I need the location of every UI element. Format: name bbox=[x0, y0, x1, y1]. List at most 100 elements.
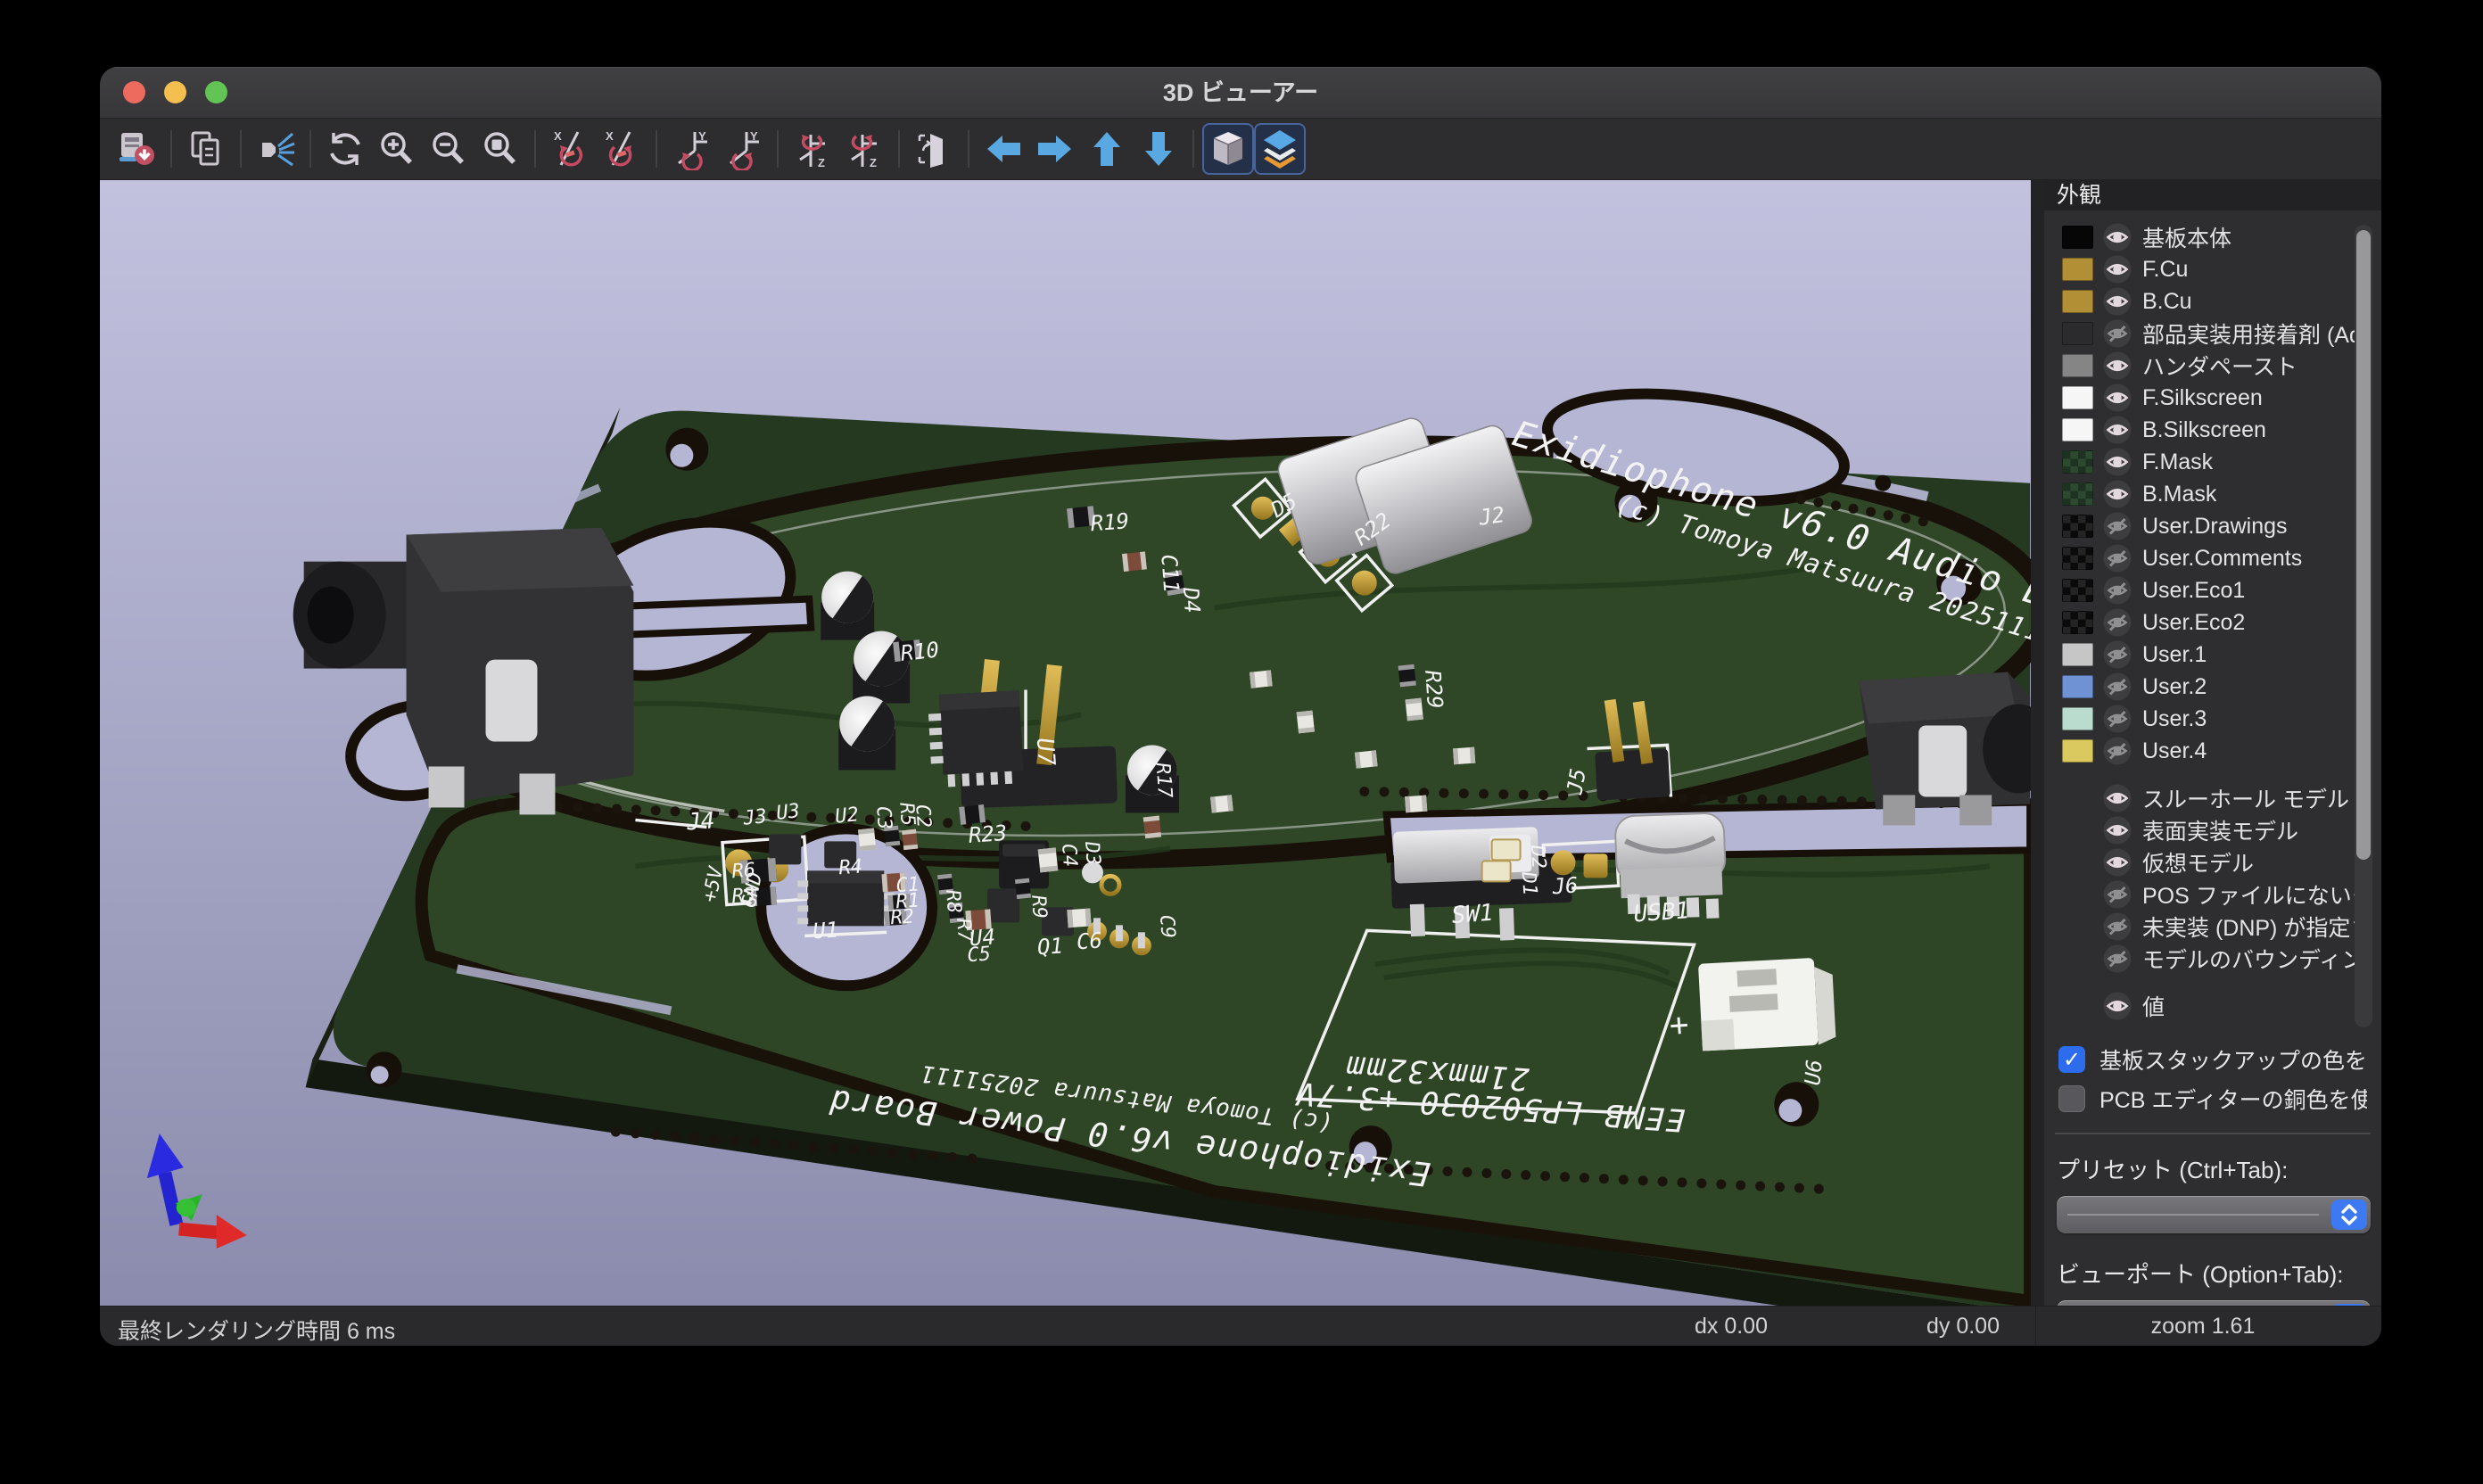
layer-row[interactable]: User.1 bbox=[2044, 639, 2381, 671]
visibility-eye-icon[interactable] bbox=[2103, 319, 2132, 348]
visibility-eye-icon[interactable] bbox=[2103, 544, 2132, 573]
layer-color-swatch[interactable] bbox=[2062, 450, 2093, 474]
layer-row[interactable]: User.2 bbox=[2044, 671, 2381, 703]
visibility-eye-icon[interactable] bbox=[2103, 705, 2132, 733]
layer-row[interactable]: B.Cu bbox=[2044, 285, 2381, 317]
orthographic-projection-toggle[interactable] bbox=[1202, 123, 1254, 175]
layer-color-swatch[interactable] bbox=[2062, 579, 2093, 602]
render-raytracing-button[interactable] bbox=[250, 123, 301, 175]
visibility-eye-icon[interactable] bbox=[2103, 992, 2132, 1020]
visibility-eye-icon[interactable] bbox=[2103, 848, 2132, 877]
layer-color-swatch[interactable] bbox=[2062, 354, 2093, 377]
layer-color-swatch[interactable] bbox=[2062, 290, 2093, 313]
visibility-eye-icon[interactable] bbox=[2103, 816, 2132, 845]
move-up-button[interactable] bbox=[1081, 123, 1133, 175]
layer-row[interactable]: User.4 bbox=[2044, 735, 2381, 767]
visibility-eye-icon[interactable] bbox=[2103, 512, 2132, 540]
3d-viewport[interactable]: Exidiophone v6.0 Audio Board (c) Tomoya … bbox=[100, 180, 2031, 1306]
layer-color-swatch[interactable] bbox=[2062, 675, 2093, 698]
layer-row[interactable]: 部品実装用接着剤 (Adhesive) bbox=[2044, 317, 2381, 350]
layer-row[interactable]: 仮想モデル bbox=[2044, 846, 2381, 878]
rotate-y-ccw-button[interactable]: Y bbox=[717, 123, 769, 175]
visibility-eye-icon[interactable] bbox=[2103, 912, 2132, 941]
layer-color-swatch[interactable] bbox=[2062, 515, 2093, 538]
visibility-eye-icon[interactable] bbox=[2103, 784, 2132, 812]
layer-row[interactable]: B.Silkscreen bbox=[2044, 414, 2381, 446]
visibility-eye-icon[interactable] bbox=[2103, 287, 2132, 316]
visibility-eye-icon[interactable] bbox=[2103, 416, 2132, 444]
use-stackup-colors-checkbox[interactable]: ✓ bbox=[2058, 1046, 2085, 1073]
visibility-eye-icon[interactable] bbox=[2103, 880, 2132, 909]
layer-row[interactable]: F.Silkscreen bbox=[2044, 382, 2381, 414]
visibility-eye-icon[interactable] bbox=[2103, 737, 2132, 765]
export-board-image-button[interactable] bbox=[111, 123, 162, 175]
layer-row[interactable]: User.3 bbox=[2044, 703, 2381, 735]
title-bar[interactable]: 3D ビューアー bbox=[100, 67, 2381, 119]
redraw-button[interactable] bbox=[319, 123, 371, 175]
pcb-3d-canvas[interactable]: Exidiophone v6.0 Audio Board (c) Tomoya … bbox=[100, 180, 2031, 1306]
visibility-eye-icon[interactable] bbox=[2103, 351, 2132, 380]
layer-row[interactable]: 基板本体 bbox=[2044, 221, 2381, 253]
layer-row[interactable]: 値 bbox=[2044, 990, 2381, 1022]
zoom-in-button[interactable] bbox=[371, 123, 423, 175]
layer-row[interactable]: 表面実装モデル bbox=[2044, 814, 2381, 846]
copy-image-button[interactable] bbox=[180, 123, 232, 175]
visibility-eye-icon[interactable] bbox=[2103, 480, 2132, 508]
visibility-eye-icon[interactable] bbox=[2103, 672, 2132, 701]
zoom-out-button[interactable] bbox=[423, 123, 474, 175]
layer-color-swatch[interactable] bbox=[2062, 418, 2093, 441]
scrollbar-thumb[interactable] bbox=[2356, 230, 2371, 860]
layer-color-swatch[interactable] bbox=[2062, 482, 2093, 506]
layer-color-swatch[interactable] bbox=[2062, 643, 2093, 666]
ref-designator: R9 bbox=[1027, 895, 1051, 919]
layer-row[interactable]: F.Cu bbox=[2044, 253, 2381, 285]
layer-row[interactable]: スルーホール モデル bbox=[2044, 782, 2381, 814]
layer-row[interactable]: User.Eco1 bbox=[2044, 574, 2381, 606]
visibility-eye-icon[interactable] bbox=[2103, 576, 2132, 605]
sidebar-scrollbar[interactable] bbox=[2355, 225, 2372, 1027]
layer-color-swatch[interactable] bbox=[2062, 226, 2093, 249]
layer-color-swatch[interactable] bbox=[2062, 547, 2093, 570]
visibility-eye-icon[interactable] bbox=[2103, 383, 2132, 412]
move-left-button[interactable] bbox=[978, 123, 1029, 175]
preset-stepper[interactable] bbox=[2331, 1200, 2367, 1230]
ref-designator: R3 bbox=[731, 884, 756, 908]
use-pcb-editor-copper-checkbox[interactable] bbox=[2058, 1085, 2085, 1112]
layer-row[interactable]: F.Mask bbox=[2044, 446, 2381, 478]
layer-row[interactable]: モデルのバウンディングボックス bbox=[2044, 943, 2381, 975]
layer-row[interactable]: User.Comments bbox=[2044, 542, 2381, 574]
preset-select[interactable] bbox=[2057, 1196, 2371, 1233]
use-pcb-editor-copper-row[interactable]: PCB エディターの銅色を使用 bbox=[2044, 1079, 2381, 1118]
layer-row[interactable]: User.Eco2 bbox=[2044, 606, 2381, 639]
layer-color-swatch[interactable] bbox=[2062, 322, 2093, 345]
rotate-z-cw-button[interactable]: Z bbox=[787, 123, 838, 175]
flip-board-button[interactable] bbox=[908, 123, 960, 175]
visibility-eye-icon[interactable] bbox=[2103, 608, 2132, 637]
move-right-button[interactable] bbox=[1029, 123, 1081, 175]
layer-row[interactable]: B.Mask bbox=[2044, 478, 2381, 510]
visibility-eye-icon[interactable] bbox=[2103, 223, 2132, 251]
rotate-x-cw-button[interactable]: X bbox=[544, 123, 596, 175]
visibility-eye-icon[interactable] bbox=[2103, 944, 2132, 973]
layer-color-swatch[interactable] bbox=[2062, 258, 2093, 281]
layer-color-swatch[interactable] bbox=[2062, 707, 2093, 730]
appearance-manager-toggle[interactable] bbox=[1254, 123, 1306, 175]
layer-row[interactable]: 未実装 (DNP) が指定された bbox=[2044, 911, 2381, 943]
zoom-to-fit-button[interactable] bbox=[474, 123, 526, 175]
rotate-y-cw-button[interactable]: Y bbox=[665, 123, 717, 175]
layer-row[interactable]: User.Drawings bbox=[2044, 510, 2381, 542]
layer-row[interactable]: ハンダペースト bbox=[2044, 350, 2381, 382]
layer-color-swatch[interactable] bbox=[2062, 386, 2093, 409]
layer-label: B.Silkscreen bbox=[2142, 417, 2266, 443]
layer-color-swatch[interactable] bbox=[2062, 611, 2093, 634]
visibility-eye-icon[interactable] bbox=[2103, 448, 2132, 476]
layer-row[interactable]: POS ファイルにないモデル bbox=[2044, 878, 2381, 911]
rotate-z-ccw-button[interactable]: Z bbox=[838, 123, 890, 175]
visibility-eye-icon[interactable] bbox=[2103, 255, 2132, 284]
move-down-button[interactable] bbox=[1133, 123, 1184, 175]
visibility-eye-icon[interactable] bbox=[2103, 640, 2132, 669]
panel-splitter[interactable] bbox=[2031, 180, 2044, 1306]
use-stackup-colors-row[interactable]: ✓ 基板スタックアップの色を使用 bbox=[2044, 1040, 2381, 1079]
layer-color-swatch[interactable] bbox=[2062, 739, 2093, 763]
rotate-x-ccw-button[interactable]: X bbox=[596, 123, 648, 175]
